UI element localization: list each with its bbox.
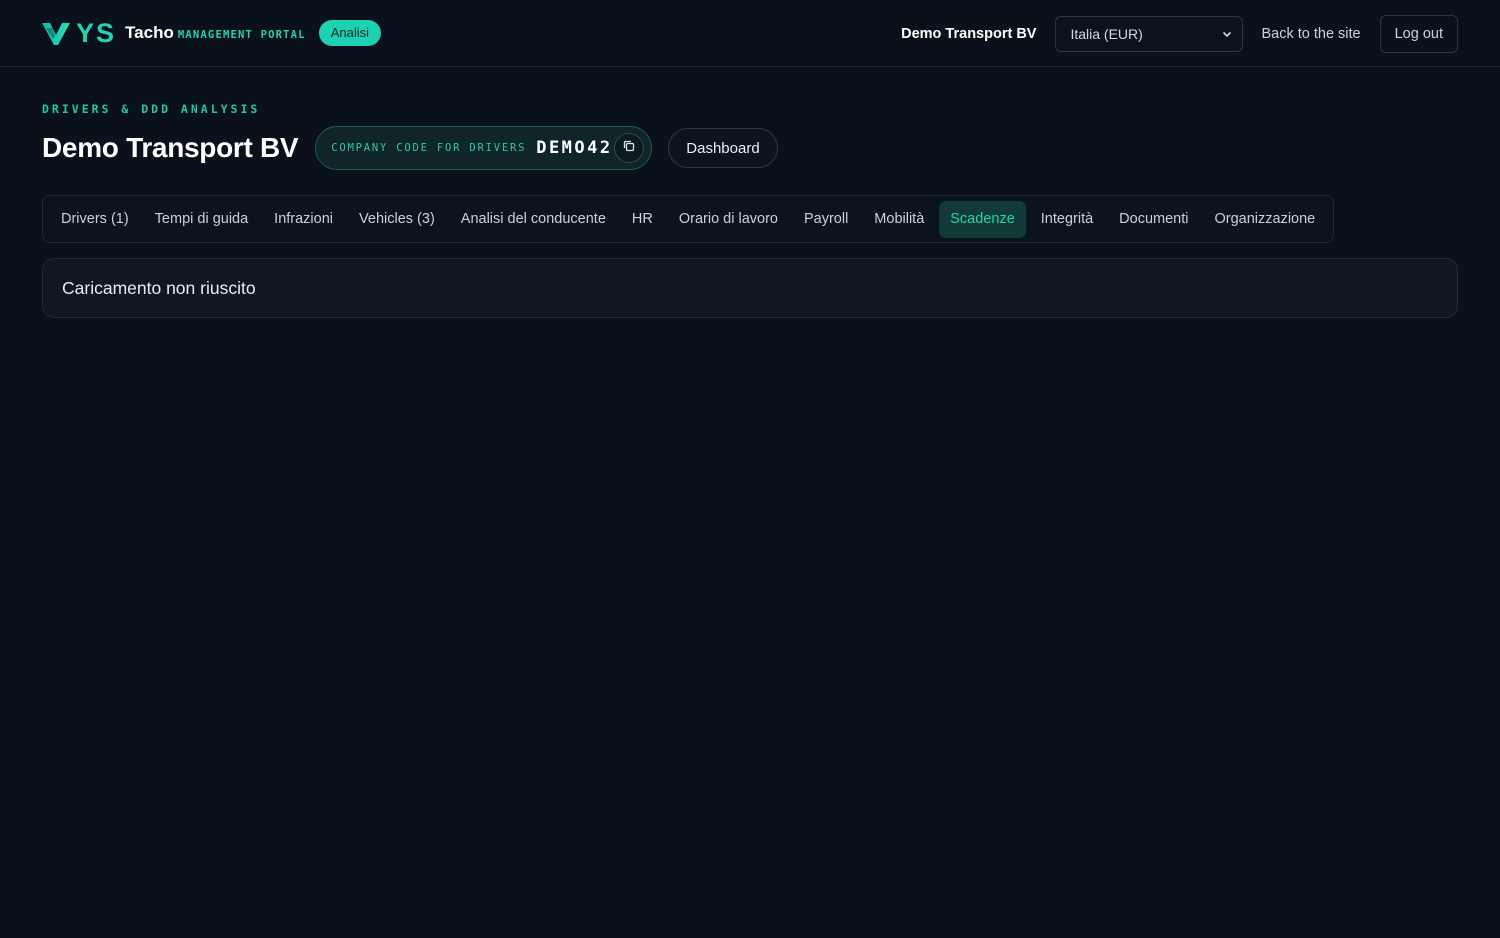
company-code-value: DEMO42: [536, 138, 613, 158]
tab-analisi-del-conducente[interactable]: Analisi del conducente: [450, 201, 617, 238]
region-select[interactable]: Italia (EUR): [1055, 15, 1244, 52]
dashboard-button[interactable]: Dashboard: [668, 128, 778, 168]
back-to-site-link[interactable]: Back to the site: [1261, 26, 1360, 42]
tab-payroll[interactable]: Payroll: [793, 201, 859, 238]
brand-subtitle: MANAGEMENT PORTAL: [177, 29, 306, 41]
tab-documenti[interactable]: Documenti: [1108, 201, 1199, 238]
tab-tempi-di-guida[interactable]: Tempi di guida: [144, 201, 260, 238]
error-panel: Caricamento non riuscito: [42, 258, 1458, 318]
top-navigation-bar: YS Tacho MANAGEMENT PORTAL Analisi Demo …: [0, 0, 1500, 67]
brand-name: Tacho: [125, 23, 174, 42]
tab-mobilita[interactable]: Mobilità: [863, 201, 935, 238]
brand[interactable]: YS Tacho MANAGEMENT PORTAL Analisi: [42, 17, 382, 49]
section-eyebrow: DRIVERS & DDD ANALYSIS: [42, 102, 261, 116]
tab-hr[interactable]: HR: [621, 201, 664, 238]
page-title: Demo Transport BV: [42, 132, 299, 163]
section-tabs: Drivers (1) Tempi di guida Infrazioni Ve…: [42, 195, 1335, 243]
region-select-value: Italia (EUR): [1070, 25, 1143, 42]
tab-integrita[interactable]: Integrità: [1030, 201, 1104, 238]
error-message: Caricamento non riuscito: [62, 277, 256, 298]
brand-badge: Analisi: [318, 20, 382, 46]
tab-drivers[interactable]: Drivers (1): [50, 201, 140, 238]
company-code-label: COMPANY CODE FOR DRIVERS: [331, 142, 527, 154]
copy-icon: [623, 139, 635, 157]
logo-letters: YS: [76, 17, 117, 48]
logout-button[interactable]: Log out: [1379, 14, 1458, 53]
tab-organizzazione[interactable]: Organizzazione: [1203, 201, 1326, 238]
tab-scadenze[interactable]: Scadenze: [939, 200, 1026, 238]
chevron-down-icon: [1222, 26, 1232, 42]
tab-orario-di-lavoro[interactable]: Orario di lavoro: [668, 201, 789, 238]
company-code-pill: COMPANY CODE FOR DRIVERS DEMO42: [315, 126, 653, 170]
tab-vehicles[interactable]: Vehicles (3): [348, 201, 446, 238]
copy-code-button[interactable]: [614, 133, 645, 163]
current-company-name: Demo Transport BV: [901, 25, 1037, 42]
tab-infrazioni[interactable]: Infrazioni: [263, 201, 344, 238]
top-right-controls: Demo Transport BV Italia (EUR) Back to t…: [901, 0, 1458, 67]
title-row: Demo Transport BV COMPANY CODE FOR DRIVE…: [42, 126, 778, 170]
